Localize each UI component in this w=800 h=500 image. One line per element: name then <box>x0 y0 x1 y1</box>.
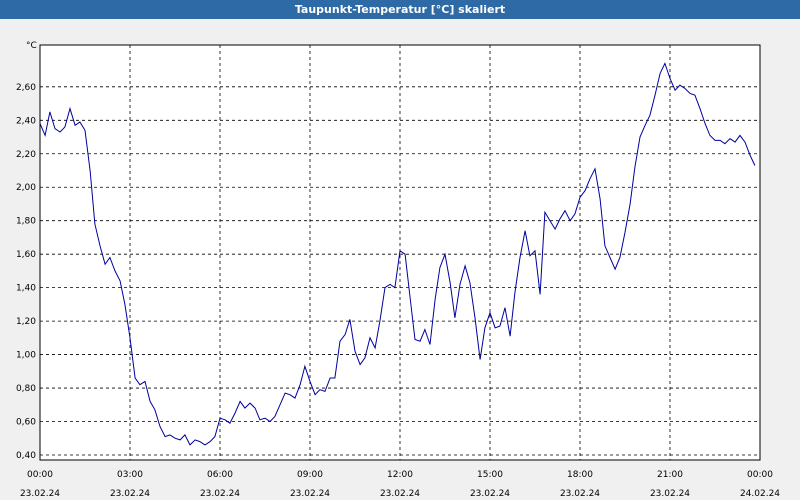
x-tick-time: 06:00 <box>207 470 233 480</box>
x-tick-date: 23.02.24 <box>290 489 330 499</box>
x-tick-date: 24.02.24 <box>740 489 780 499</box>
x-tick-date: 23.02.24 <box>380 489 420 499</box>
x-tick-time: 03:00 <box>117 470 143 480</box>
y-tick-label: 2,40 <box>16 116 36 126</box>
y-tick-label: 1,40 <box>16 284 36 294</box>
y-tick-label: 1,60 <box>16 250 36 260</box>
x-tick-date: 23.02.24 <box>20 489 60 499</box>
y-tick-label: 2,20 <box>16 150 36 160</box>
x-tick-time: 00:00 <box>27 470 53 480</box>
x-tick-date: 23.02.24 <box>650 489 690 499</box>
x-tick-date: 23.02.24 <box>470 489 510 499</box>
y-tick-label: 2,60 <box>16 83 36 93</box>
x-axis-ticks: 00:00 23.02.24 03:00 23.02.24 06:00 23.02.24 0… <box>20 470 780 499</box>
x-tick-time: 15:00 <box>477 470 503 480</box>
x-tick-date: 23.02.24 <box>560 489 600 499</box>
y-tick-label: 1,00 <box>16 351 36 361</box>
y-tick-label: 2,00 <box>16 183 36 193</box>
y-tick-label: 1,20 <box>16 317 36 327</box>
line-chart: 0,40 0,60 0,80 1,00 1,20 1,40 1,60 1,80 2,00 2,20… <box>16 41 780 499</box>
x-tick-time: 12:00 <box>387 470 413 480</box>
y-tick-label: 0,40 <box>16 451 36 461</box>
x-tick-time: 09:00 <box>297 470 323 480</box>
window-title: Taupunkt-Temperatur [°C] skaliert <box>0 0 800 19</box>
y-tick-label: 0,60 <box>16 418 36 428</box>
x-tick-time: 21:00 <box>657 470 683 480</box>
x-tick-date: 23.02.24 <box>200 489 240 499</box>
y-axis-ticks: 0,40 0,60 0,80 1,00 1,20 1,40 1,60 1,80 2,00 2,20… <box>16 83 36 461</box>
y-tick-label: 0,80 <box>16 384 36 394</box>
y-axis-label: °C <box>26 41 37 51</box>
x-tick-date: 23.02.24 <box>110 489 150 499</box>
x-tick-time: 18:00 <box>567 470 593 480</box>
x-tick-time: 00:00 <box>747 470 773 480</box>
y-tick-label: 1,80 <box>16 217 36 227</box>
